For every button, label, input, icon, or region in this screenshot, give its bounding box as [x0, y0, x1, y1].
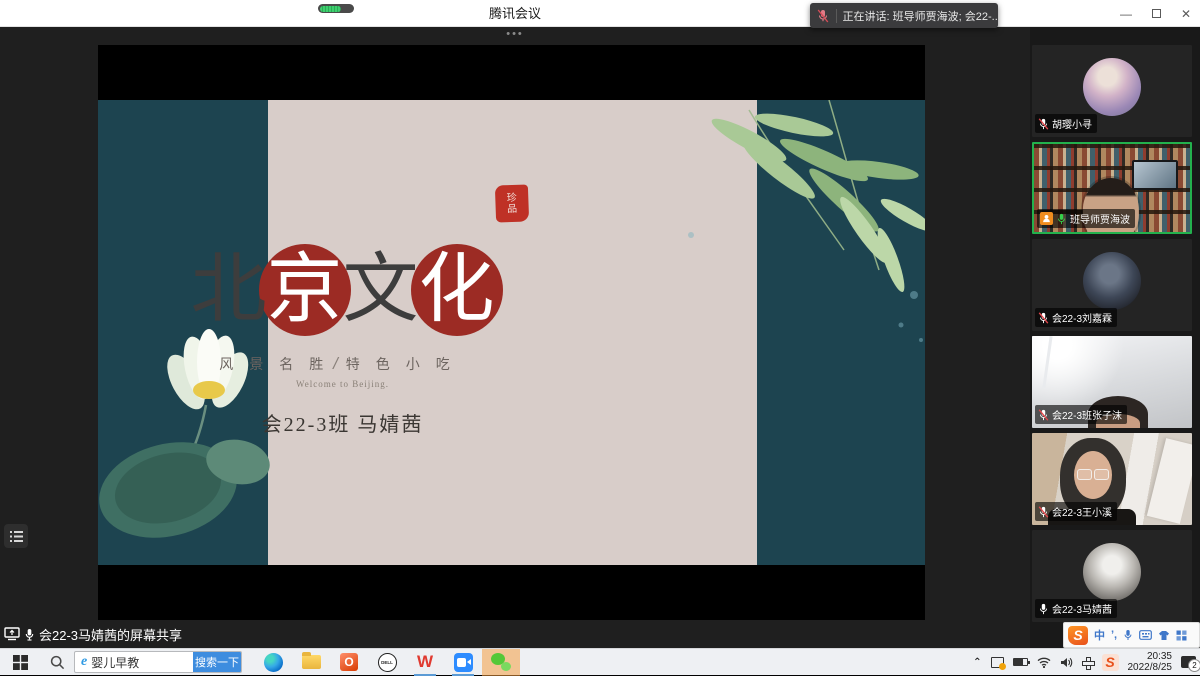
slide-welcome-text: Welcome to Beijing.: [98, 379, 587, 389]
sogou-tray-icon[interactable]: S: [1102, 654, 1119, 671]
battery-icon[interactable]: [1013, 658, 1028, 666]
tencent-meeting-icon: [454, 653, 473, 672]
action-center-icon[interactable]: [1181, 656, 1196, 668]
avatar: [1083, 58, 1141, 116]
sogou-logo-icon[interactable]: S: [1068, 626, 1088, 645]
host-badge-icon: [1040, 212, 1053, 225]
wps-icon: W: [417, 652, 433, 672]
dell-icon: DELL: [378, 653, 397, 672]
glasses: [1077, 469, 1109, 480]
mic-muted-icon: [1038, 506, 1049, 518]
screen-share-banner: 会22-3马婧茜的屏幕共享: [4, 623, 182, 645]
taskbar-app-wechat[interactable]: [482, 649, 520, 676]
ie-icon: e: [81, 654, 87, 670]
avatar: [1083, 543, 1141, 601]
taskbar-app-wps[interactable]: W: [406, 649, 444, 676]
participant-sidebar: 胡璎小寻 班导师贾海波: [1030, 27, 1200, 648]
taskbar-app-tencent-meeting[interactable]: [444, 649, 482, 676]
share-banner-text: 会22-3马婧茜的屏幕共享: [39, 625, 182, 644]
windows-taskbar: e 搜索一下 O DELL W ⌃ S 20:35 202: [0, 648, 1200, 675]
meeting-stage: •••: [0, 27, 1030, 648]
toolbar-collapse-hint[interactable]: •••: [0, 27, 1030, 41]
speaking-notification[interactable]: 正在讲话: 班导师贾海波; 会22-...: [810, 3, 998, 28]
ime-punctuation-icon[interactable]: ’,: [1111, 629, 1117, 641]
mic-on-icon: [24, 628, 35, 641]
minimize-button[interactable]: —: [1118, 6, 1134, 22]
participant-name: 会22-3班张子沫: [1052, 407, 1122, 422]
mic-muted-icon: [1038, 312, 1049, 324]
taskbar-app-edge[interactable]: [254, 649, 292, 676]
tray-expand-chevron-icon[interactable]: ⌃: [973, 657, 981, 668]
ime-indicator-icon[interactable]: [1082, 657, 1093, 668]
tray-app-window-icon[interactable]: [991, 657, 1004, 668]
slide-author: 会22-3班 马婧茜: [98, 408, 587, 437]
toast-text: 正在讲话: 班导师贾海波; 会22-...: [843, 8, 998, 24]
avatar: [1083, 252, 1141, 310]
wifi-icon[interactable]: [1037, 657, 1051, 668]
taskbar-search-icon[interactable]: [40, 649, 74, 676]
participant-name: 班导师贾海波: [1070, 211, 1130, 226]
search-go-button[interactable]: 搜索一下: [193, 651, 241, 673]
restore-button[interactable]: [1148, 6, 1164, 22]
participant-tile[interactable]: 会22-3马婧茜: [1032, 530, 1192, 622]
wechat-icon: [491, 653, 511, 671]
taskbar-app-dell[interactable]: DELL: [368, 649, 406, 676]
volume-icon[interactable]: [1060, 657, 1073, 668]
participant-tile[interactable]: 胡璎小寻: [1032, 45, 1192, 137]
shared-screen: 珍品 北 京 文 化 风景名胜 / 特色小吃 Welcome to Beijin…: [98, 45, 925, 620]
slide-title: 北 京 文 化: [98, 240, 587, 340]
tray-clock[interactable]: 20:35 2022/8/25: [1128, 651, 1173, 674]
search-input[interactable]: [91, 655, 193, 669]
close-button[interactable]: ✕: [1178, 6, 1194, 22]
participant-tile[interactable]: 会22-3班张子沫: [1032, 336, 1192, 428]
title-char-red-circle: 京: [259, 244, 351, 336]
tray-date: 2022/8/25: [1128, 662, 1173, 674]
participant-name: 会22-3王小溪: [1052, 504, 1112, 519]
sogou-ime-toolbar: S 中 ’,: [1063, 622, 1200, 648]
screen-share-icon: [4, 627, 20, 641]
taskbar-app-file-explorer[interactable]: [292, 649, 330, 676]
mic-muted-icon: [1038, 118, 1049, 130]
taskbar-search-box[interactable]: e 搜索一下: [74, 651, 242, 673]
office-icon: O: [340, 653, 358, 671]
window-titlebar: 腾讯会议 — ✕: [0, 0, 1200, 27]
taskbar-app-office[interactable]: O: [330, 649, 368, 676]
ime-toolbox-icon[interactable]: [1176, 630, 1187, 641]
video-feed-detail: [1132, 160, 1178, 190]
red-seal-stamp: 珍品: [494, 184, 528, 222]
participant-name: 会22-3马婧茜: [1052, 601, 1112, 616]
title-char: 文: [343, 242, 419, 338]
participant-tile-active-speaker[interactable]: 班导师贾海波: [1032, 142, 1192, 234]
mic-speaking-icon: [1056, 213, 1067, 225]
meeting-info-toggle-button[interactable]: [4, 524, 28, 548]
presentation-slide: 珍品 北 京 文 化 风景名胜 / 特色小吃 Welcome to Beijin…: [98, 100, 925, 565]
participant-tile[interactable]: 会22-3王小溪: [1032, 433, 1192, 525]
participant-tile[interactable]: 会22-3刘嘉霖: [1032, 239, 1192, 331]
toast-divider: [836, 9, 837, 23]
tray-time: 20:35: [1128, 651, 1173, 663]
slide-subtitle: 风景名胜 / 特色小吃: [98, 354, 587, 374]
ime-skin-icon[interactable]: [1158, 630, 1170, 641]
mic-on-icon: [1038, 603, 1049, 615]
title-char: 北: [191, 242, 267, 338]
participant-name: 胡璎小寻: [1052, 116, 1092, 131]
file-explorer-icon: [302, 655, 321, 669]
ime-chinese-mode-icon[interactable]: 中: [1094, 627, 1105, 643]
mic-muted-icon: [1038, 409, 1049, 421]
edge-icon: [264, 653, 283, 672]
ime-voice-icon[interactable]: [1123, 629, 1133, 641]
ime-keyboard-icon[interactable]: [1139, 630, 1152, 640]
mic-muted-icon: [810, 9, 836, 23]
title-char-red-circle: 化: [411, 244, 503, 336]
bamboo-decoration: [629, 100, 925, 360]
start-button[interactable]: [0, 649, 40, 676]
lotus-decoration: [98, 310, 270, 565]
participant-name: 会22-3刘嘉霖: [1052, 310, 1112, 325]
